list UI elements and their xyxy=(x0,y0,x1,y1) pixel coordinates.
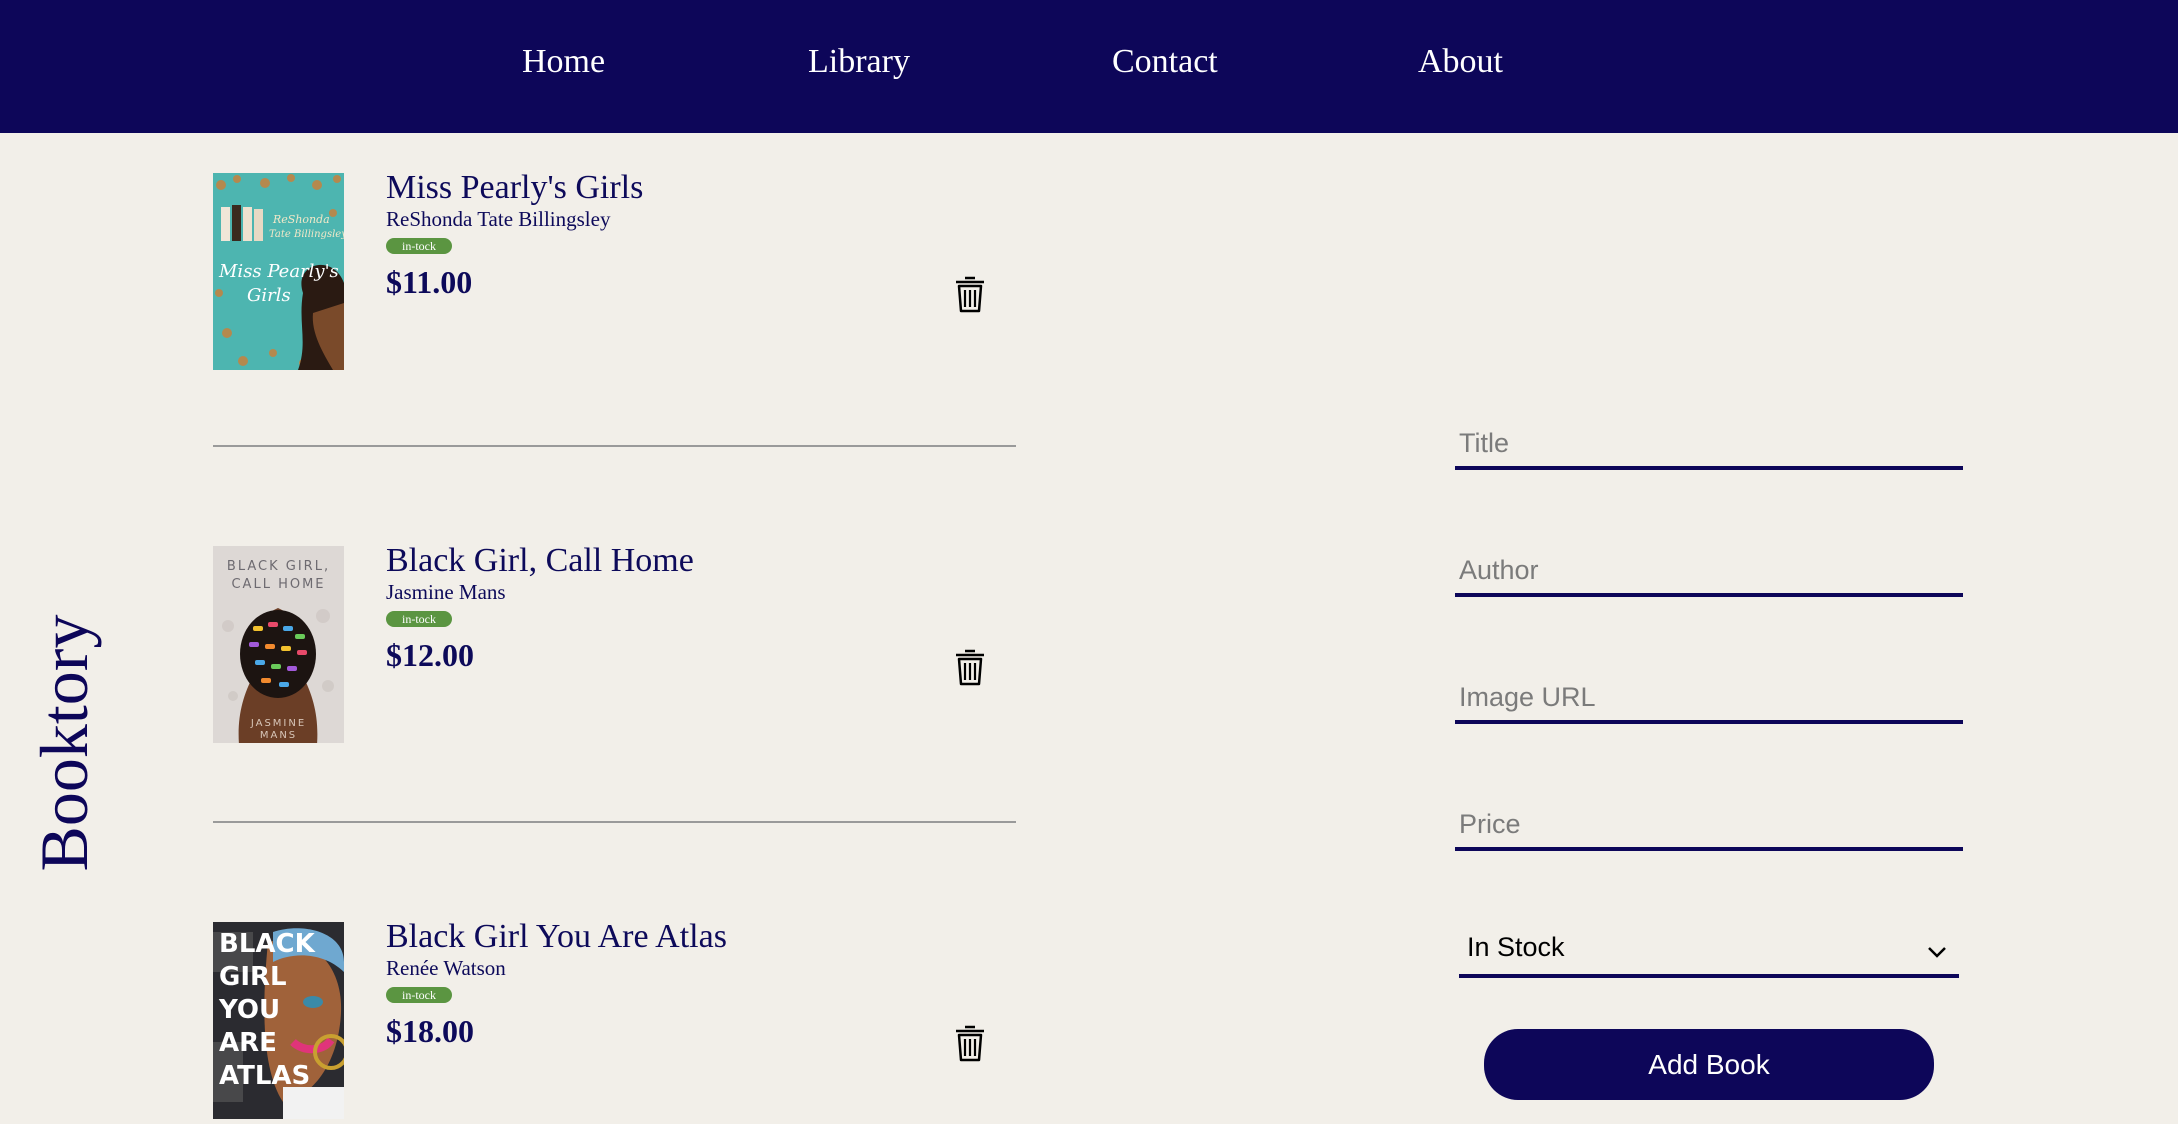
nav-link-contact[interactable]: Contact xyxy=(1112,40,1218,84)
image-url-input[interactable] xyxy=(1455,674,1963,724)
nav-link-library[interactable]: Library xyxy=(808,40,910,84)
cover-author-line: ReShonda xyxy=(272,213,330,226)
stock-status-badge: in-tock xyxy=(386,987,452,1003)
chevron-down-icon xyxy=(1928,947,1946,958)
stock-status-badge: in-tock xyxy=(386,611,452,627)
cover-title-word: YOU xyxy=(218,995,280,1025)
book-item: BLACK GIRL, CALL HOME JASMINE MANS Black… xyxy=(213,542,1016,751)
cover-title-line: CALL HOME xyxy=(231,577,325,592)
book-title: Black Girl, Call Home xyxy=(386,542,694,579)
trash-icon xyxy=(956,649,984,686)
book-divider xyxy=(213,445,1016,447)
book-cover-image: BLACK GIRL YOU ARE ATLAS xyxy=(213,922,344,1119)
stock-status-select[interactable]: In Stock xyxy=(1459,928,1959,978)
price-input[interactable] xyxy=(1455,801,1963,851)
cover-title-word: BLACK xyxy=(219,929,316,959)
cover-title-line: Girls xyxy=(247,285,291,306)
stock-status-badge: in-tock xyxy=(386,238,452,254)
brand-logo-text: Booktory xyxy=(26,614,102,872)
cover-title-word: ATLAS xyxy=(219,1061,310,1091)
author-input[interactable] xyxy=(1455,547,1963,597)
stock-status-selected-value: In Stock xyxy=(1467,932,1565,962)
cover-title-line: Miss Pearly's xyxy=(218,261,339,282)
book-price: $12.00 xyxy=(386,637,474,673)
book-author: ReShonda Tate Billingsley xyxy=(386,207,611,231)
cover-title-word: GIRL xyxy=(219,962,287,992)
delete-book-button[interactable] xyxy=(953,274,987,314)
delete-book-button[interactable] xyxy=(953,1023,987,1063)
trash-icon xyxy=(956,1025,984,1062)
top-navbar: Home Library Contact About xyxy=(0,0,2178,133)
cover-author-line: JASMINE xyxy=(250,718,306,729)
book-item: ReShonda Tate Billingsley Miss Pearly's … xyxy=(213,169,1016,378)
delete-book-button[interactable] xyxy=(953,647,987,687)
book-author: Renée Watson xyxy=(386,956,506,980)
cover-author-line: Tate Billingsley xyxy=(269,229,344,240)
book-title: Miss Pearly's Girls xyxy=(386,169,644,206)
book-price: $11.00 xyxy=(386,264,473,300)
nav-link-home[interactable]: Home xyxy=(522,40,605,84)
book-cover-image: ReShonda Tate Billingsley Miss Pearly's … xyxy=(213,173,344,370)
book-title: Black Girl You Are Atlas xyxy=(386,918,727,955)
book-price: $18.00 xyxy=(386,1013,474,1049)
add-book-button[interactable]: Add Book xyxy=(1484,1029,1934,1100)
cover-author-line: MANS xyxy=(260,730,297,741)
book-cover-image: BLACK GIRL, CALL HOME JASMINE MANS xyxy=(213,546,344,743)
title-input[interactable] xyxy=(1455,420,1963,470)
nav-link-about[interactable]: About xyxy=(1418,40,1503,84)
trash-icon xyxy=(956,276,984,313)
cover-title-word: ARE xyxy=(219,1028,277,1058)
book-author: Jasmine Mans xyxy=(386,580,506,604)
book-divider xyxy=(213,821,1016,823)
book-item: BLACK GIRL YOU ARE ATLAS Black Girl You … xyxy=(213,918,1016,1124)
cover-title-line: BLACK GIRL, xyxy=(227,559,330,574)
